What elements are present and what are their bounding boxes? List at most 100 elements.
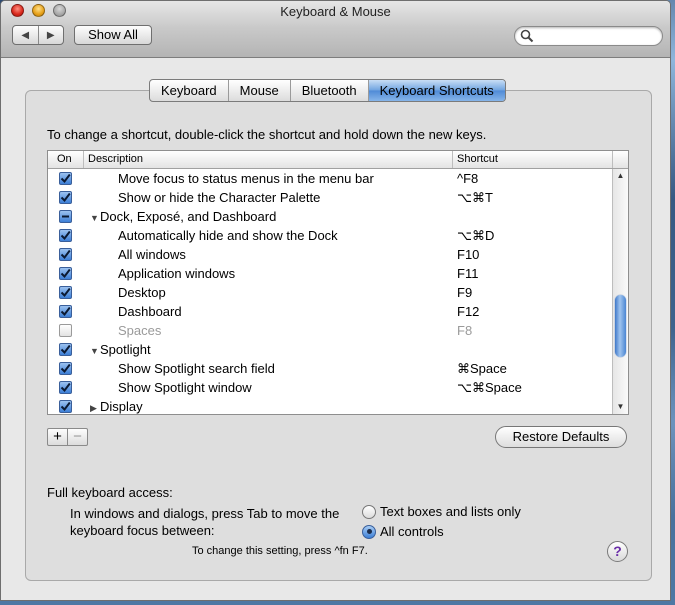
radio-label: All controls [380,524,444,539]
table-header: On Description Shortcut [48,151,628,169]
title-bar: Keyboard & Mouse ◀ ▶ Show All [1,1,670,58]
row-description: Show Spotlight window [118,380,252,395]
checkbox[interactable] [59,286,72,299]
checkbox[interactable] [59,191,72,204]
shortcuts-table[interactable]: On Description Shortcut Move focus to st… [47,150,629,415]
radio-button[interactable] [362,504,376,519]
table-body: Move focus to status menus in the menu b… [48,169,613,414]
radio-label: Text boxes and lists only [380,504,521,519]
checkmark-icon [60,344,71,355]
keyboard-access-note: To change this setting, press ^fn F7. [192,545,368,557]
restore-defaults-button[interactable]: Restore Defaults [495,426,627,448]
radio-button[interactable] [362,524,376,539]
window-title: Keyboard & Mouse [280,4,391,19]
row-shortcut[interactable]: F9 [457,283,472,302]
instructions-text: To change a shortcut, double-click the s… [47,127,487,142]
row-description: Show or hide the Character Palette [118,190,321,205]
row-shortcut[interactable]: F11 [457,264,478,283]
checkbox[interactable] [59,400,72,413]
search-icon [520,29,534,43]
row-description: Desktop [118,285,166,300]
scroll-down-arrow-icon[interactable]: ▼ [613,400,628,414]
row-description: All windows [118,247,186,262]
checkmark-icon [60,268,71,279]
row-shortcut[interactable]: ^F8 [457,169,478,188]
tab-bluetooth[interactable]: Bluetooth [291,80,369,101]
row-description: Show Spotlight search field [118,361,275,376]
checkbox[interactable] [59,172,72,185]
remove-shortcut-button[interactable]: − [67,428,88,446]
radio-text-boxes-only[interactable]: Text boxes and lists only [362,504,521,519]
checkbox[interactable] [59,343,72,356]
checkbox[interactable] [59,248,72,261]
row-shortcut[interactable]: F10 [457,245,479,264]
row-description: Application windows [118,266,236,281]
row-shortcut[interactable]: ⌘Space [457,359,507,378]
checkbox[interactable] [59,305,72,318]
table-group-row[interactable]: ▶ Display [48,397,613,414]
table-row[interactable]: Application windows F11 [48,264,613,283]
vertical-scrollbar[interactable]: ▲ ▼ [612,169,628,414]
checkmark-icon [60,192,71,203]
preferences-window: Keyboard & Mouse ◀ ▶ Show All Keyboard M… [0,0,671,601]
add-shortcut-button[interactable]: + [47,428,68,446]
back-forward-control: ◀ ▶ [12,25,64,45]
column-header-on[interactable]: On [48,151,84,168]
checkbox[interactable] [59,362,72,375]
full-keyboard-access-label: Full keyboard access: [47,485,173,500]
table-row[interactable]: Desktop F9 [48,283,613,302]
tab-keyboard-shortcuts[interactable]: Keyboard Shortcuts [368,80,505,101]
mixed-state-icon [62,215,69,218]
checkbox[interactable] [59,324,72,337]
checkmark-icon [60,401,71,412]
table-row[interactable]: Dashboard F12 [48,302,613,321]
table-group-row[interactable]: ▼Dock, Exposé, and Dashboard [48,207,613,226]
help-button[interactable]: ? [607,541,628,562]
table-row[interactable]: Move focus to status menus in the menu b… [48,169,613,188]
table-group-row[interactable]: ▼Spotlight [48,340,613,359]
row-description: Move focus to status menus in the menu b… [118,171,374,186]
checkmark-icon [60,363,71,374]
checkbox[interactable] [59,210,72,223]
checkmark-icon [60,306,71,317]
keyboard-access-help-text: In windows and dialogs, press Tab to mov… [70,506,340,538]
checkmark-icon [60,287,71,298]
tab-bar: Keyboard Mouse Bluetooth Keyboard Shortc… [149,79,506,102]
row-description: Spotlight [100,342,151,357]
table-row[interactable]: Automatically hide and show the Dock ⌥⌘D [48,226,613,245]
column-header-description[interactable]: Description [84,151,453,168]
row-description: Automatically hide and show the Dock [118,228,338,243]
row-description: Spaces [118,323,162,338]
disclosure-triangle-right-icon[interactable]: ▶ [90,399,100,414]
radio-all-controls[interactable]: All controls [362,524,444,539]
row-shortcut[interactable]: F8 [457,321,472,340]
row-shortcut[interactable]: ⌥⌘D [457,226,494,245]
row-shortcut[interactable]: F12 [457,302,479,321]
show-all-button[interactable]: Show All [74,25,152,45]
scroll-up-arrow-icon[interactable]: ▲ [613,169,628,183]
table-row[interactable]: Show Spotlight window ⌥⌘Space [48,378,613,397]
row-description: Dashboard [118,304,182,319]
tab-mouse[interactable]: Mouse [229,80,291,101]
search-input[interactable] [537,28,661,46]
checkmark-icon [60,382,71,393]
table-row[interactable]: Show or hide the Character Palette ⌥⌘T [48,188,613,207]
checkbox[interactable] [59,267,72,280]
row-shortcut[interactable]: ⌥⌘T [457,188,493,207]
column-header-shortcut[interactable]: Shortcut [453,151,613,168]
table-row[interactable]: Spaces F8 [48,321,613,340]
checkmark-icon [60,249,71,260]
row-shortcut[interactable]: ⌥⌘Space [457,378,522,397]
checkmark-icon [60,230,71,241]
row-description: Dock, Exposé, and Dashboard [100,209,277,224]
table-row[interactable]: All windows F10 [48,245,613,264]
tab-keyboard[interactable]: Keyboard [150,80,229,101]
scroll-thumb[interactable] [615,294,626,357]
checkbox[interactable] [59,229,72,242]
table-row[interactable]: Show Spotlight search field ⌘Space [48,359,613,378]
back-icon[interactable]: ◀ [13,26,39,44]
checkmark-icon [60,173,71,184]
search-field[interactable] [514,26,663,46]
checkbox[interactable] [59,381,72,394]
forward-icon[interactable]: ▶ [39,26,64,44]
